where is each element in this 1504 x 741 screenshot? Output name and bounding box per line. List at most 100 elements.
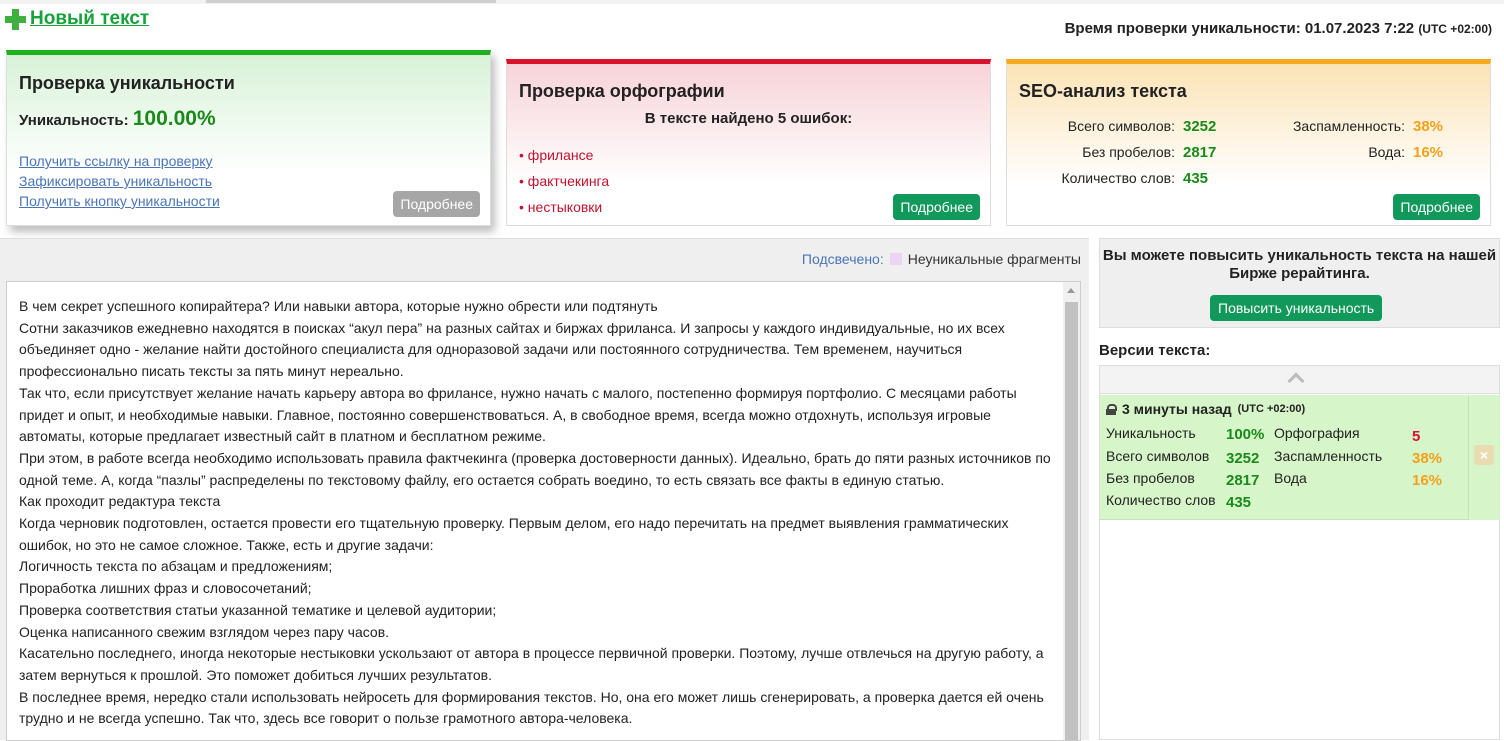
version-water-row: Вода 16% [1274,470,1442,489]
version-spam-label: Заспамленность [1274,448,1383,464]
increase-uniqueness-button[interactable]: Повысить уникальность [1210,295,1383,321]
text-paragraph: Проработка лишних фраз и словосочетаний; [19,580,312,597]
tab-indicator [206,0,496,3]
version-total-label: Всего символов [1106,448,1210,464]
versions-title: Версии текста: [1099,342,1211,359]
scroll-up-arrow-icon[interactable] [1067,288,1075,293]
uniqueness-value-row: Уникальность: 100.00% [19,107,216,131]
highlight-swatch [889,253,902,265]
spelling-error-item[interactable]: нестыковки [519,194,609,220]
version-header: 3 минуты назад (UTC +02:00) [1106,401,1305,417]
text-paragraph: Оценка написанного свежим взглядом через… [19,623,390,640]
version-tz: (UTC +02:00) [1237,403,1306,415]
uniqueness-more-button[interactable]: Подробнее [393,191,480,217]
spelling-error-item[interactable]: фрилансе [519,142,609,168]
uniqueness-card: Проверка уникальности Уникальность: 100.… [6,50,491,226]
seo-spam-value: 38% [1413,118,1444,135]
seo-no-spaces-row: Без пробелов: 2817 [1019,144,1216,161]
uniqueness-value: 100.00% [132,107,216,130]
chevron-up-icon[interactable] [1287,372,1305,390]
spelling-found-text: В тексте найдено 5 ошибок: [644,110,853,127]
get-uniqueness-button-link[interactable]: Получить кнопку уникальности [19,191,220,211]
spelling-error-item[interactable]: фактчекинга [519,168,609,194]
version-time: 3 минуты назад [1122,401,1232,417]
top-strip [0,0,1504,4]
spelling-title: Проверка орфографии [519,81,725,101]
seo-title: SEO-анализ текста [1019,81,1187,101]
version-spam-row: Заспамленность 38% [1274,448,1442,467]
text-paragraph: Логичность текста по абзацам и предложен… [19,558,333,575]
version-words-label: Количество слов [1106,492,1216,508]
seo-water-row: Вода: 16% [1257,144,1443,161]
seo-no-spaces-label: Без пробелов: [1082,144,1175,160]
seo-spam-row: Заспамленность: 38% [1257,118,1443,135]
seo-total-chars-row: Всего символов: 3252 [1019,118,1217,135]
version-item[interactable]: 3 минуты назад (UTC +02:00) Уникальность… [1100,395,1468,520]
text-paragraph: Когда черновик подготовлен, остается про… [19,515,1009,553]
seo-spam-label: Заспамленность: [1292,118,1405,134]
highlight-label: Подсвечено: [801,251,884,267]
seo-total-chars-value: 3252 [1183,118,1217,135]
check-time-tz: (UTC +02:00) [1418,22,1492,36]
versions-scroll-up[interactable] [1100,366,1499,394]
version-spell-value: 5 [1412,428,1421,445]
highlight-legend: Подсвечено: Неуникальные фрагменты [802,251,1081,267]
version-nospace-label: Без пробелов [1106,470,1195,486]
seo-more-button[interactable]: Подробнее [1393,194,1480,220]
version-spell-row: Орфография 5 [1274,425,1420,445]
seo-card: SEO-анализ текста Всего символов: 3252 Бе… [1006,59,1491,226]
new-text-link[interactable]: Новый текст [30,8,149,30]
text-content: В чем секрет успешного копирайтера? Или … [19,296,1059,730]
version-uniq-row: Уникальность 100% [1106,425,1264,443]
version-total-value: 3252 [1226,450,1260,467]
text-scrollbar[interactable] [1063,282,1080,740]
spelling-card: Проверка орфографии В тексте найдено 5 о… [506,59,991,226]
check-time-label: Время проверки уникальности: 01.07.2023 … [1064,20,1415,37]
uniqueness-title: Проверка уникальности [19,73,235,93]
version-nospace-row: Без пробелов 2817 [1106,470,1259,489]
seo-word-count-row: Количество слов: 435 [1019,170,1208,187]
text-paragraph: Сотни заказчиков ежедневно находятся в п… [19,319,1005,380]
seo-water-label: Вода: [1368,144,1405,160]
version-total-row: Всего символов 3252 [1106,448,1259,467]
version-water-value: 16% [1412,472,1443,489]
version-water-label: Вода [1274,470,1307,486]
text-paragraph: При этом, в работе всегда необходимо исп… [19,449,1051,488]
text-paragraph: В последнее время, нередко стали использ… [19,688,1044,727]
lock-icon [1106,403,1117,415]
uniqueness-links: Получить ссылку на проверку Зафиксироват… [19,151,220,211]
version-spell-label: Орфография [1274,425,1360,441]
uniqueness-label: Уникальность: [19,112,129,129]
versions-list: 3 минуты назад (UTC +02:00) Уникальность… [1099,365,1500,740]
seo-word-count-value: 435 [1183,170,1209,187]
version-uniq-label: Уникальность [1106,425,1196,441]
delete-version-icon[interactable]: × [1474,445,1494,465]
fix-uniqueness-link[interactable]: Зафиксировать уникальность [19,171,220,191]
version-actions: × [1468,395,1500,520]
highlight-legend-text: Неуникальные фрагменты [907,251,1081,267]
version-words-value: 435 [1226,494,1252,511]
text-paragraph: Проверка соответствия статьи указанной т… [19,601,497,618]
plus-icon[interactable] [4,8,26,30]
check-time: Время проверки уникальности: 01.07.2023 … [1065,20,1492,37]
text-paragraph: Касательно последнего, иногда некоторые … [19,645,1044,683]
seo-no-spaces-value: 2817 [1183,144,1217,161]
scroll-thumb[interactable] [1065,302,1078,740]
version-words-row: Количество слов 435 [1106,492,1251,511]
seo-water-value: 16% [1413,144,1444,161]
version-spam-value: 38% [1412,450,1443,467]
spelling-errors-list: фрилансе фактчекинга нестыковки [519,142,609,220]
version-nospace-value: 2817 [1226,472,1260,489]
rewrite-promo-text: Вы можете повысить уникальность текста н… [1102,247,1497,282]
text-paragraph: Как проходит редактура текста [19,493,221,510]
rewrite-promo-box: Вы можете повысить уникальность текста н… [1099,238,1500,328]
seo-word-count-label: Количество слов: [1061,170,1175,186]
text-paragraph: Так что, если присутствует желание начат… [19,384,1017,445]
spelling-more-button[interactable]: Подробнее [893,194,980,220]
get-check-link[interactable]: Получить ссылку на проверку [19,151,220,171]
seo-total-chars-label: Всего символов: [1067,118,1175,134]
new-text-link-group[interactable]: Новый текст [4,8,149,30]
text-content-box[interactable]: В чем секрет успешного копирайтера? Или … [6,281,1081,741]
text-paragraph: В чем секрет успешного копирайтера? Или … [19,298,658,314]
version-uniq-value: 100% [1226,426,1265,443]
